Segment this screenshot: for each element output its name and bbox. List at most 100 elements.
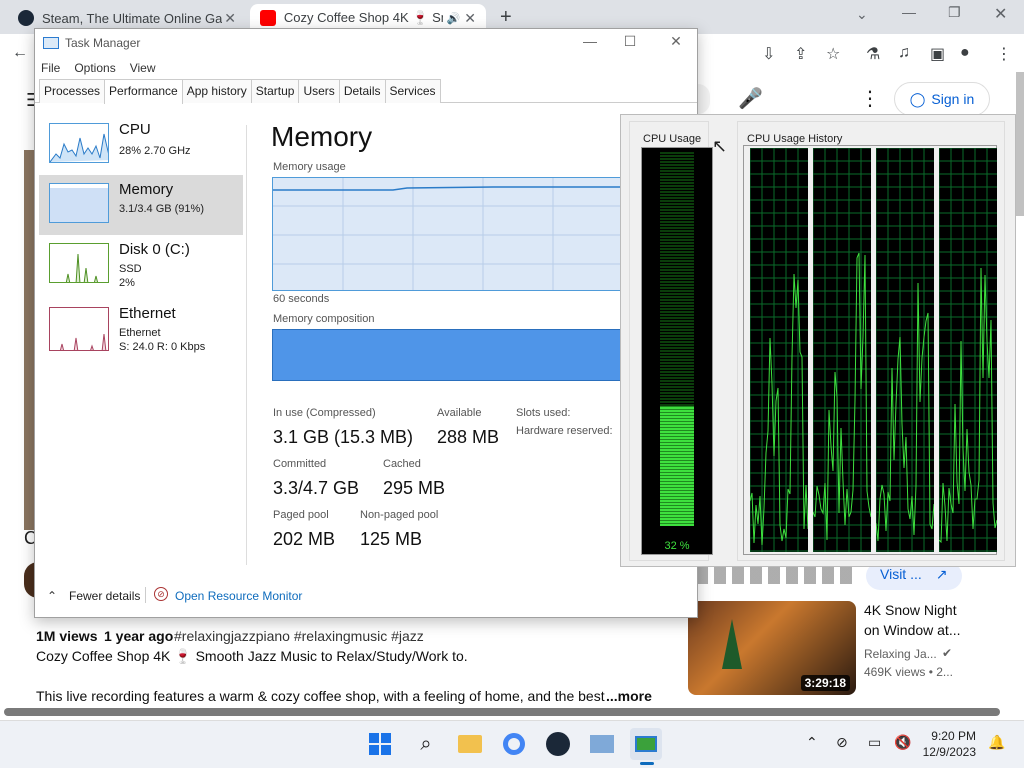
tab-performance[interactable]: Performance bbox=[104, 79, 183, 104]
menu-options[interactable]: Options bbox=[74, 57, 115, 79]
paged-pool-value: 202 MB bbox=[273, 529, 336, 549]
tab-details[interactable]: Details bbox=[338, 79, 386, 103]
tm-maximize-icon[interactable]: ☐ bbox=[615, 33, 645, 50]
extension-icon[interactable]: ⚗ bbox=[866, 44, 880, 64]
profile-icon[interactable]: ● bbox=[960, 44, 970, 62]
composition-label: Memory composition bbox=[273, 313, 375, 325]
chrome-icon[interactable] bbox=[498, 728, 530, 760]
tab-startup[interactable]: Startup bbox=[250, 79, 300, 103]
search-icon[interactable]: ⌕ bbox=[410, 728, 442, 760]
active-app-indicator bbox=[640, 762, 654, 765]
memory-mini-graph bbox=[49, 183, 109, 223]
view-count: 1M views bbox=[36, 628, 98, 644]
ethernet-sub: Ethernet bbox=[119, 327, 161, 339]
cpu-history-trace bbox=[812, 252, 872, 541]
hashtags[interactable]: #relaxingjazzpiano #relaxingmusic #jazz bbox=[174, 628, 424, 644]
steam-icon bbox=[18, 10, 34, 26]
tab-title: Cozy Coffee Shop 4K 🍷 Sm bbox=[283, 10, 443, 25]
perf-item-memory[interactable]: Memory 3.1/3.4 GB (91%) bbox=[39, 175, 243, 235]
external-link-icon: ↗ bbox=[935, 566, 948, 582]
open-resource-monitor-link[interactable]: Open Resource Monitor bbox=[175, 589, 302, 603]
media-icon[interactable]: ♫ bbox=[898, 44, 910, 62]
more-link[interactable]: ...more bbox=[606, 688, 652, 704]
tab-app-history[interactable]: App history bbox=[181, 79, 252, 103]
sidepanel-icon[interactable]: ▣ bbox=[930, 44, 945, 64]
close-icon[interactable]: ✕ bbox=[224, 10, 236, 27]
page-scrollbar[interactable] bbox=[1016, 72, 1024, 216]
ethernet-label: Ethernet bbox=[119, 305, 176, 322]
cpu-history-panel bbox=[749, 147, 809, 552]
bookmark-star-icon[interactable]: ☆ bbox=[826, 44, 840, 64]
account-icon: ◯ bbox=[909, 90, 926, 107]
volume-mute-icon[interactable]: 🔇 bbox=[894, 734, 911, 751]
window-close-icon[interactable]: ✕ bbox=[994, 4, 1007, 24]
photos-icon[interactable] bbox=[586, 728, 618, 760]
tm-close-icon[interactable]: ✕ bbox=[661, 33, 691, 50]
cpu-history-panel bbox=[812, 147, 872, 552]
video-thumbnail[interactable]: 3:29:18 bbox=[688, 601, 856, 695]
clock-time[interactable]: 9:20 PM bbox=[926, 729, 976, 743]
cpu-usage-label: CPU Usage bbox=[641, 133, 704, 145]
menu-kebab-icon[interactable]: ⋮ bbox=[996, 44, 1012, 64]
cpu-history-label: CPU Usage History bbox=[745, 133, 845, 145]
side-video-title-1[interactable]: 4K Snow Night bbox=[864, 602, 957, 618]
file-explorer-icon[interactable] bbox=[454, 728, 486, 760]
signin-label: Sign in bbox=[931, 91, 975, 107]
verified-icon: ✔ bbox=[942, 646, 953, 660]
fewer-details-link[interactable]: Fewer details bbox=[69, 589, 140, 603]
side-video-title-2[interactable]: on Window at... bbox=[864, 622, 961, 638]
committed-label: Committed bbox=[273, 458, 327, 470]
footer-divider bbox=[145, 587, 146, 603]
cpu-usage-bar: 32 % bbox=[641, 147, 713, 555]
cpu-history-graphs bbox=[743, 145, 998, 555]
disk-type: SSD bbox=[119, 263, 142, 275]
tab-search-icon[interactable]: ⌄ bbox=[856, 6, 868, 23]
perf-item-cpu[interactable]: CPU 28% 2.70 GHz bbox=[39, 115, 243, 175]
nonpaged-pool-label: Non-paged pool bbox=[360, 509, 439, 521]
memory-label: Memory bbox=[119, 181, 174, 198]
hw-reserved-label: Hardware reserved: bbox=[516, 425, 613, 437]
in-use-label: In use (Compressed) bbox=[273, 407, 376, 419]
back-icon[interactable]: ← bbox=[12, 44, 28, 62]
notification-bell-icon[interactable]: 🔔 bbox=[988, 734, 1005, 751]
tray-chevron-icon[interactable]: ⌃ bbox=[806, 734, 818, 751]
display-icon[interactable]: ▭ bbox=[868, 734, 881, 751]
restore-icon[interactable]: ❐ bbox=[948, 4, 961, 21]
signin-button[interactable]: ◯ Sign in bbox=[894, 82, 990, 116]
tab-services[interactable]: Services bbox=[384, 79, 441, 103]
committed-value: 3.3/4.7 GB bbox=[273, 478, 360, 498]
settings-kebab-icon[interactable]: ⋮ bbox=[860, 86, 880, 111]
search-edge bbox=[698, 84, 710, 114]
disk-label: Disk 0 (C:) bbox=[119, 241, 190, 258]
tab-processes[interactable]: Processes bbox=[39, 79, 106, 103]
minimize-icon[interactable]: — bbox=[902, 4, 916, 20]
close-icon[interactable]: ✕ bbox=[464, 10, 476, 27]
horizontal-scrollbar[interactable] bbox=[4, 708, 1000, 716]
memory-usage-graph bbox=[272, 177, 622, 291]
tm-minimize-icon[interactable]: — bbox=[575, 33, 605, 49]
tab-users[interactable]: Users bbox=[298, 79, 340, 103]
mic-icon[interactable]: 🎤 bbox=[738, 86, 763, 111]
install-icon[interactable]: ⇩ bbox=[762, 44, 775, 64]
duration-badge: 3:29:18 bbox=[800, 675, 850, 691]
perf-item-disk[interactable]: Disk 0 (C:) SSD 2% bbox=[39, 235, 243, 295]
network-off-icon[interactable]: ⊘ bbox=[836, 734, 848, 751]
side-video-channel[interactable]: Relaxing Ja... bbox=[864, 647, 937, 661]
steam-icon[interactable] bbox=[542, 728, 574, 760]
menu-file[interactable]: File bbox=[41, 57, 60, 79]
perf-item-ethernet[interactable]: Ethernet Ethernet S: 24.0 R: 0 Kbps bbox=[39, 295, 243, 359]
memory-heading: Memory bbox=[271, 121, 373, 152]
chevron-up-icon[interactable]: ⌃ bbox=[47, 589, 57, 603]
mouse-cursor-icon: ↖ bbox=[712, 136, 728, 156]
task-manager-window: Task Manager — ☐ ✕ File Options View Pro… bbox=[34, 28, 698, 618]
task-manager-taskbar-icon[interactable] bbox=[630, 728, 662, 760]
menu-view[interactable]: View bbox=[130, 57, 156, 79]
paged-pool-label: Paged pool bbox=[273, 509, 329, 521]
share-icon[interactable]: ⇪ bbox=[794, 44, 807, 64]
new-tab-button[interactable]: + bbox=[500, 6, 512, 29]
start-windows-icon[interactable] bbox=[364, 728, 396, 760]
clock-date[interactable]: 12/9/2023 bbox=[918, 745, 976, 759]
cpu-label: CPU bbox=[119, 121, 151, 138]
cpu-history-panel bbox=[875, 147, 935, 552]
task-manager-icon bbox=[43, 37, 59, 49]
